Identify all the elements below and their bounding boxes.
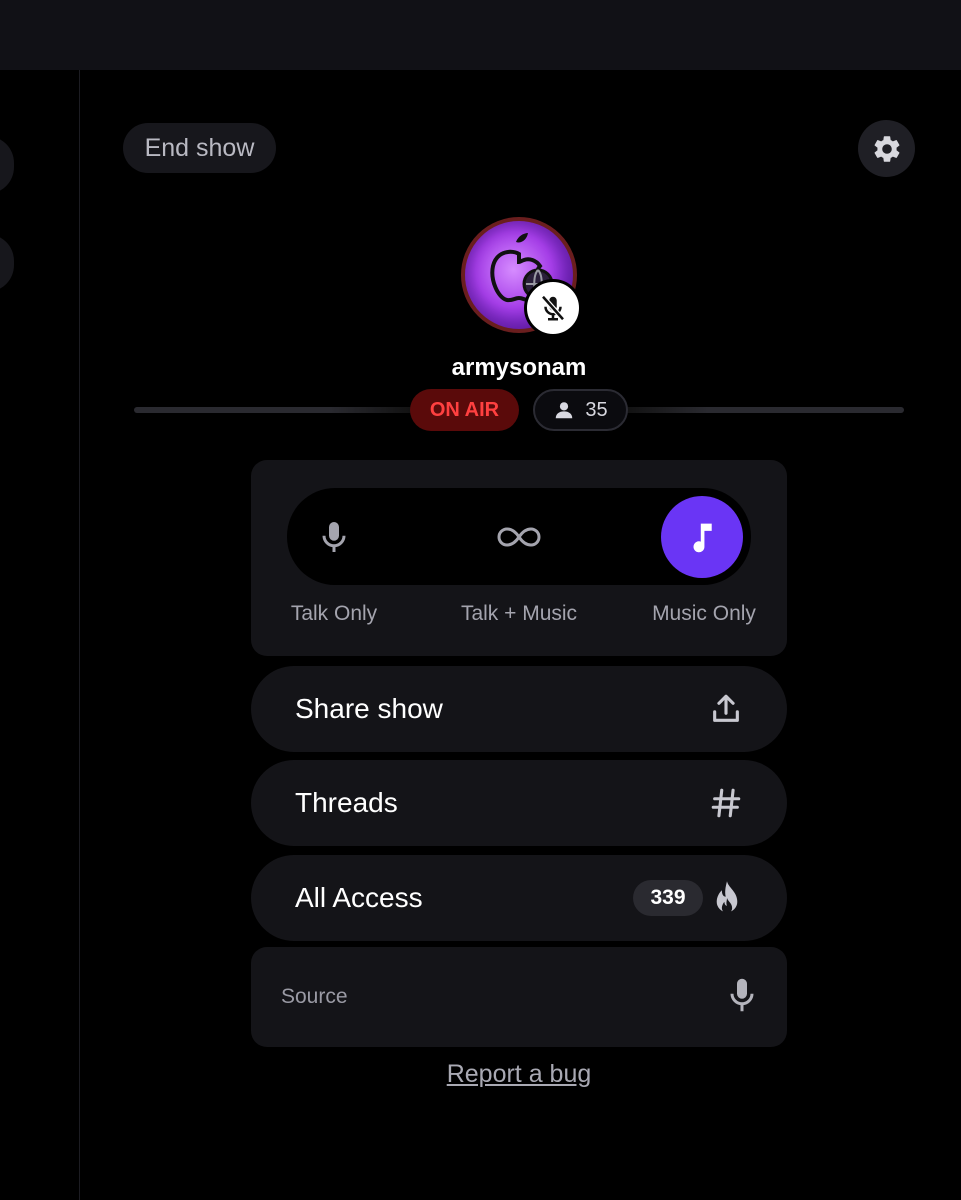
left-rail — [0, 70, 80, 1200]
top-bar — [0, 0, 961, 70]
rail-button[interactable] — [0, 136, 14, 194]
all-access-count-badge: 339 — [633, 880, 703, 916]
person-icon — [556, 402, 573, 419]
host-avatar-wrap — [461, 217, 582, 337]
mode-talk-music-button[interactable] — [478, 496, 560, 578]
flame-icon — [716, 881, 738, 914]
mode-talk-only-button[interactable] — [293, 496, 375, 578]
source-field — [251, 947, 787, 1047]
share-show-button[interactable]: Share show — [251, 666, 787, 752]
threads-button[interactable]: Threads — [251, 760, 787, 846]
mode-label-talk-music[interactable]: Talk + Music — [439, 602, 599, 626]
mic-toggle-button[interactable] — [524, 279, 582, 337]
audio-level-left — [134, 407, 414, 413]
mode-label-talk-only[interactable]: Talk Only — [254, 602, 414, 626]
mode-label-music-only[interactable]: Music Only — [624, 602, 784, 626]
host-username: armysonam — [451, 354, 587, 381]
mic-off-icon — [541, 295, 565, 321]
all-access-button[interactable]: All Access 339 — [251, 855, 787, 941]
on-air-badge: ON AIR — [410, 389, 519, 431]
show-mode-panel: Talk Only Talk + Music Music Only — [251, 460, 787, 656]
source-mic-button[interactable] — [727, 976, 757, 1019]
mic-icon — [730, 978, 754, 1011]
share-show-label: Share show — [295, 693, 443, 724]
infinity-icon — [497, 527, 541, 547]
settings-button[interactable] — [858, 120, 915, 177]
audio-level-right — [624, 407, 904, 413]
mode-music-only-button[interactable] — [661, 496, 743, 578]
mode-selector-track — [287, 488, 751, 585]
source-input[interactable] — [281, 985, 727, 1009]
report-bug-link[interactable]: Report a bug — [0, 1060, 961, 1089]
gear-icon — [874, 135, 899, 162]
listener-count: 35 — [585, 398, 608, 421]
rail-button[interactable] — [0, 234, 14, 292]
listener-count-badge[interactable]: 35 — [533, 389, 628, 431]
threads-label: Threads — [295, 787, 398, 818]
hashtag-icon — [711, 788, 741, 818]
music-note-icon — [693, 523, 712, 553]
mic-icon — [322, 522, 346, 552]
end-show-button[interactable]: End show — [123, 123, 276, 173]
all-access-label: All Access — [295, 882, 423, 913]
upload-icon — [713, 694, 739, 722]
